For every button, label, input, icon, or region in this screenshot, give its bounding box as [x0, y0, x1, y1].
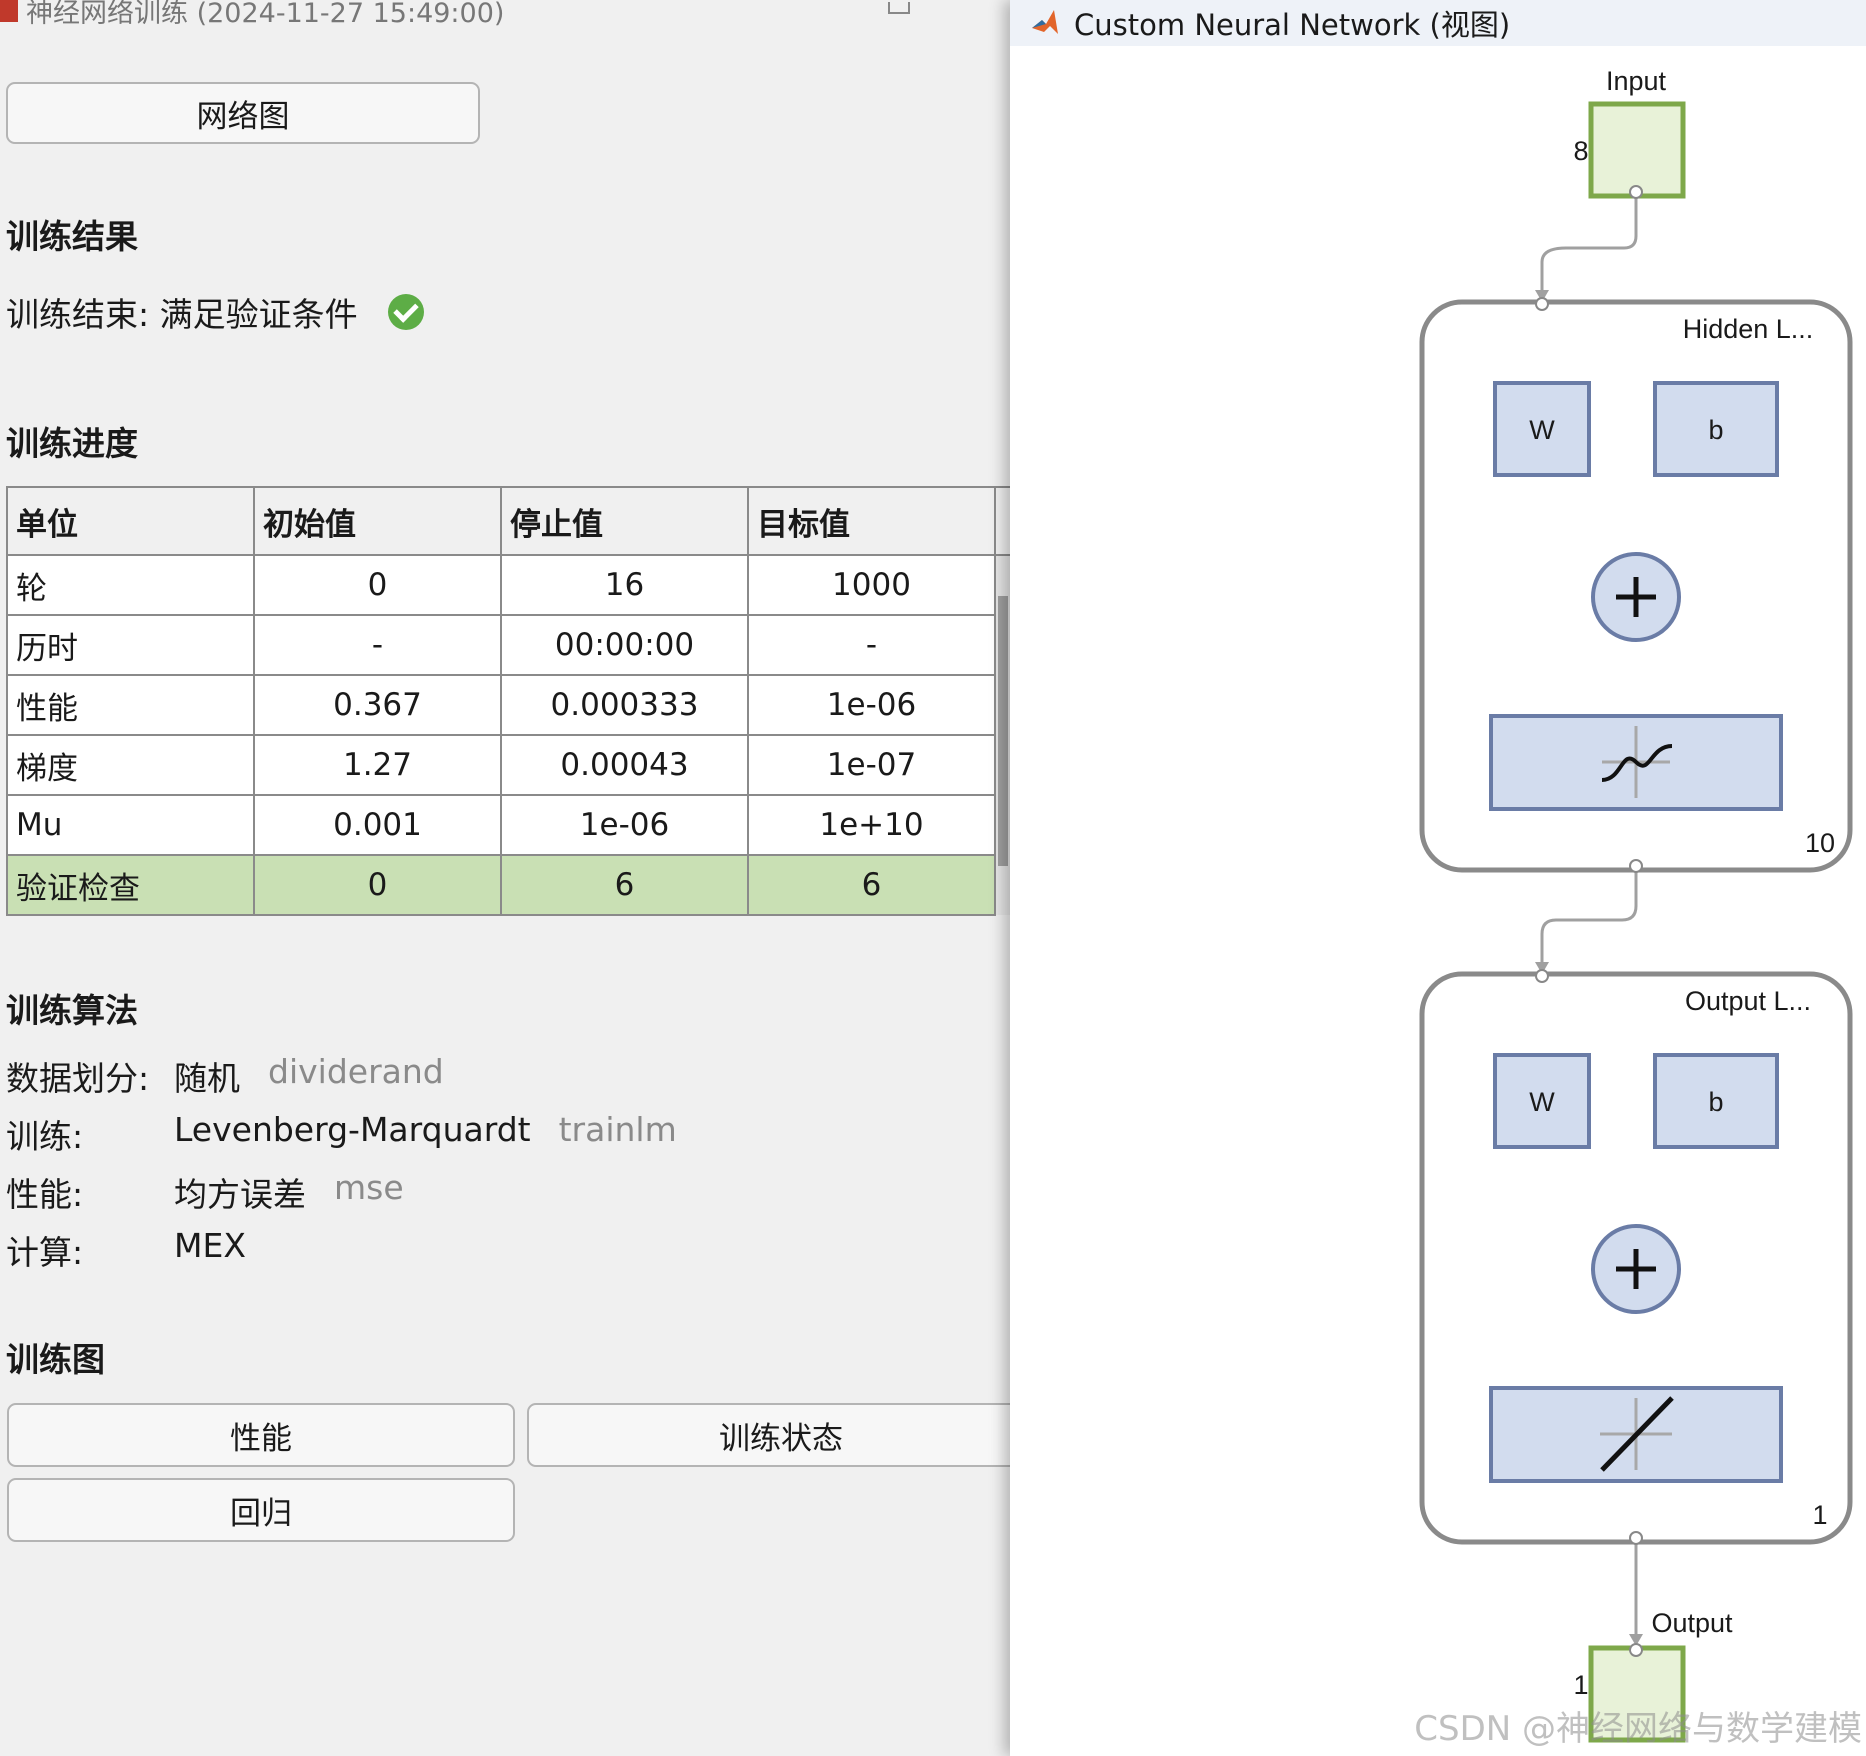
table-scrollbar[interactable] — [995, 555, 1010, 915]
training-window-title: 神经网络训练 (2024-11-27 15:49:00) — [0, 0, 910, 32]
hidden-layer-label: Hidden L... — [1683, 314, 1814, 344]
table-header-row: 单位 初始值 停止值 目标值 — [6, 486, 1010, 556]
check-circle-icon — [387, 294, 424, 330]
training-status-text: 训练结束: 满足验证条件 — [6, 295, 358, 334]
table-row: 性能 0.367 0.000333 1e-06 — [6, 674, 1010, 736]
minimize-icon[interactable] — [888, 2, 910, 14]
algo-calculation: 计算: MEX — [6, 1226, 274, 1274]
algo-function: trainlm — [558, 1110, 677, 1149]
hidden-in-port-icon — [1535, 297, 1549, 311]
wire-hidden-output — [1540, 866, 1638, 976]
wire-input-hidden — [1540, 192, 1638, 304]
algo-label: 训练: — [6, 1117, 84, 1156]
results-heading: 训练结果 — [6, 217, 138, 256]
output-size-label: 1 — [1573, 1670, 1588, 1700]
hidden-weight-label: W — [1529, 415, 1555, 445]
cell-target: 1e+10 — [747, 794, 996, 856]
cell-initial: 0 — [253, 554, 502, 616]
table-row: 梯度 1.27 0.00043 1e-07 — [6, 734, 1010, 796]
algo-value: Levenberg-Marquardt — [174, 1110, 531, 1149]
algo-label: 计算: — [6, 1233, 84, 1272]
output-in-port-icon — [1535, 969, 1549, 983]
algorithms-heading: 训练算法 — [6, 991, 138, 1030]
hidden-bias-label: b — [1708, 415, 1723, 445]
algo-function: dividerand — [268, 1052, 444, 1091]
network-view-window: Custom Neural Network (视图) Input 8 Hidde… — [1010, 0, 1866, 1756]
input-port-icon — [1629, 185, 1643, 199]
output-layer-size-label: 1 — [1812, 1500, 1827, 1530]
cell-stopped: 0.000333 — [500, 674, 749, 736]
cell-unit: 轮 — [6, 554, 255, 616]
cell-unit: 验证检查 — [6, 854, 255, 916]
cell-initial: 0.001 — [253, 794, 502, 856]
output-layer-out-port-icon — [1629, 1531, 1643, 1545]
cell-initial: 0 — [253, 854, 502, 916]
input-size-label: 8 — [1573, 136, 1588, 166]
cell-target: 6 — [747, 854, 996, 916]
hidden-size-label: 10 — [1805, 828, 1835, 858]
training-status: 训练结束: 满足验证条件 — [6, 288, 424, 336]
scrollbar-thumb[interactable] — [998, 596, 1008, 866]
network-diagram: Input 8 Hidden L... W b 10 Output L... W… — [1419, 66, 1853, 1743]
column-header-target[interactable]: 目标值 — [747, 486, 996, 556]
output-label: Output — [1651, 1608, 1733, 1638]
cell-stopped: 1e-06 — [500, 794, 749, 856]
app-icon — [0, 0, 18, 22]
progress-table: 单位 初始值 停止值 目标值 轮 0 16 1000 历时 - 00:00:00… — [6, 486, 1010, 916]
column-header-unit[interactable]: 单位 — [6, 486, 255, 556]
cell-unit: 性能 — [6, 674, 255, 736]
cell-stopped: 00:00:00 — [500, 614, 749, 676]
algo-training: 训练: Levenberg-Marquardt trainlm — [6, 1110, 677, 1158]
table-row-highlighted: 验证检查 0 6 6 — [6, 854, 1010, 916]
cell-unit: 历时 — [6, 614, 255, 676]
output-bias-label: b — [1708, 1087, 1723, 1117]
algo-function: mse — [334, 1168, 404, 1207]
cell-stopped: 16 — [500, 554, 749, 616]
output-port-icon — [1629, 1643, 1643, 1657]
regression-plot-button[interactable]: 回归 — [7, 1478, 515, 1542]
cell-target: 1e-06 — [747, 674, 996, 736]
cell-target: 1e-07 — [747, 734, 996, 796]
table-row: 历时 - 00:00:00 - — [6, 614, 1010, 676]
input-block[interactable] — [1588, 101, 1686, 199]
cell-stopped: 6 — [500, 854, 749, 916]
output-weight-label: W — [1529, 1087, 1555, 1117]
hidden-out-port-icon — [1629, 859, 1643, 873]
table-row: Mu 0.001 1e-06 1e+10 — [6, 794, 1010, 856]
column-header-stopped[interactable]: 停止值 — [500, 486, 749, 556]
input-label: Input — [1606, 66, 1667, 96]
watermark: CSDN @神经网络与数学建模 — [1414, 1709, 1862, 1749]
cell-stopped: 0.00043 — [500, 734, 749, 796]
cell-target: 1000 — [747, 554, 996, 616]
algo-value: 随机 — [174, 1059, 240, 1098]
cell-target: - — [747, 614, 996, 676]
algo-performance: 性能: 均方误差 mse — [6, 1168, 404, 1216]
network-diagram-button[interactable]: 网络图 — [6, 82, 480, 144]
cell-initial: - — [253, 614, 502, 676]
training-window-title-text: 神经网络训练 (2024-11-27 15:49:00) — [26, 0, 505, 29]
training-state-plot-button[interactable]: 训练状态 — [527, 1403, 1010, 1467]
cell-initial: 0.367 — [253, 674, 502, 736]
algo-data-division: 数据划分: 随机 dividerand — [6, 1052, 444, 1100]
table-row: 轮 0 16 1000 — [6, 554, 1010, 915]
algo-value: MEX — [174, 1226, 246, 1265]
cell-unit: 梯度 — [6, 734, 255, 796]
algo-value: 均方误差 — [174, 1175, 306, 1214]
cell-initial: 1.27 — [253, 734, 502, 796]
progress-heading: 训练进度 — [6, 424, 138, 463]
training-window: 神经网络训练 (2024-11-27 15:49:00) 网络图 训练结果 训练… — [0, 0, 1010, 1756]
algo-label: 性能: — [6, 1175, 84, 1214]
algo-label: 数据划分: — [6, 1059, 150, 1098]
cell-unit: Mu — [6, 794, 255, 856]
output-layer-label: Output L... — [1685, 986, 1811, 1016]
header-spacer — [994, 486, 1010, 556]
column-header-initial[interactable]: 初始值 — [253, 486, 502, 556]
plots-heading: 训练图 — [6, 1340, 105, 1379]
performance-plot-button[interactable]: 性能 — [7, 1403, 515, 1467]
